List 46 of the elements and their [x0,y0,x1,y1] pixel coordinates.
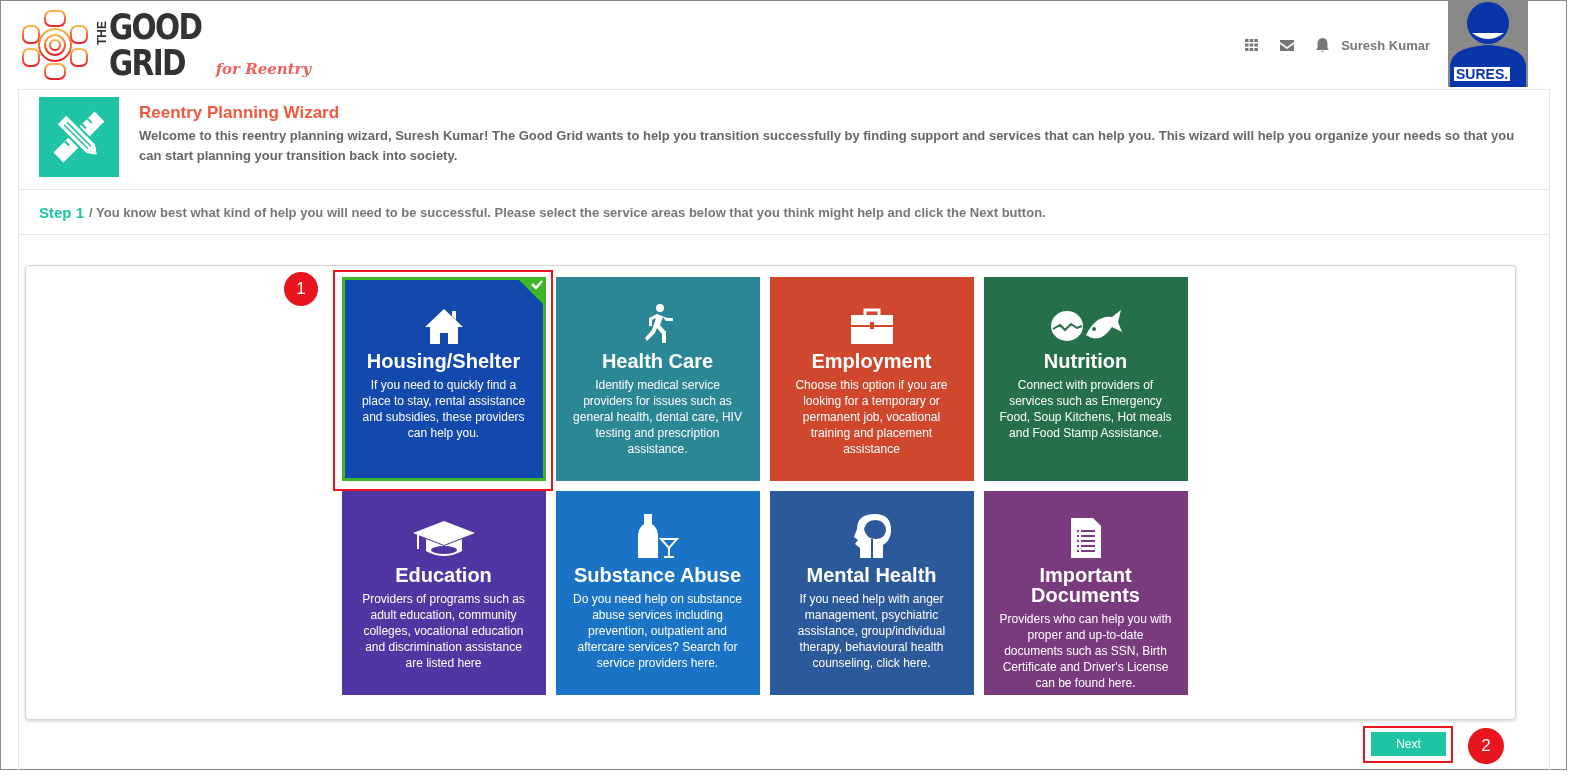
logo-text: GRID [109,45,186,81]
logo-tagline: for Reentry [215,62,312,80]
service-tile[interactable]: Important Documents Providers who can help you with proper and up-to-date documents such as SSN, Birth Certificate and Driver's License can be found here. [983,491,1188,695]
step-marker: 2 [1468,728,1504,764]
tile-title: Nutrition [1043,351,1128,371]
document-icon [1069,517,1102,559]
step-label: Step 1 [39,203,84,221]
service-tile[interactable]: Housing/Shelter If you need to quickly find a place to stay, rental assistance and subsidies, these providers can help you. [341,277,546,481]
service-tile[interactable]: Substance Abuse Do you need help on substance abuse services including prevention, outpatient and aftercare services? Search for service providers here. [555,491,760,695]
tile-description: Providers of programs such as adult education, community colleges, vocational education and discrimination assistance are listed here [361,591,526,671]
wizard-title: Reentry Planning Wizard [139,103,341,123]
wizard-description: Welcome to this reentry planning wizard, Suresh Kumar! The Good Grid wants to help you transition successfully by finding support and services that can help you. This wizard will help you organize your needs so that you can start planning your transition back into society. [139,127,1516,165]
bell-icon[interactable] [1316,38,1330,52]
grid-icon[interactable] [1245,39,1259,51]
step-marker: 1 [284,272,318,306]
tile-title: Employment [811,351,932,371]
service-tile[interactable]: Education Providers of programs such as adult education, community colleges, vocational education and discrimination assistance are listed here [341,491,546,695]
service-tile[interactable]: Mental Health If you need help with anger management, psychiatric assistance, group/individual therapy, behavioural health counseling, click here. [769,491,974,695]
tile-title: Mental Health [806,565,937,585]
tile-title: Health Care [601,351,714,371]
bottle-and-glass-icon [636,513,679,559]
toolbox-icon [849,307,894,345]
step-instructions: / You know best what kind of help you will need to be successful. Please select the service areas below that you think might help and click the Next button. [89,204,1046,220]
tile-description: If you need help with anger management, psychiatric assistance, group/individual therapy, behavioural health counseling, click here. [796,591,947,671]
service-tile[interactable]: Employment Choose this option if you are looking for a temporary or permanent job, vocational training and placement assistance [769,277,974,481]
tile-description: Choose this option if you are looking for a temporary or permanent job, vocational training and placement assistance [794,377,949,457]
tile-description: If you need to quickly find a place to stay, rental assistance and subsidies, these providers can help you. [360,377,527,441]
avatar-label: SURES. [1454,67,1511,81]
tile-description: Do you need help on substance abuse services including prevention, outpatient and aftercare services? Search for service providers here. [572,591,743,671]
tile-title: Important Documents [1030,565,1141,605]
service-tile[interactable]: Health Care Identify medical service providers for issues such as general health, dental care, HIV testing and prescription assistance. [555,277,760,481]
tile-title: Education [395,565,492,585]
service-tile[interactable]: Nutrition Connect with providers of services such as Emergency Food, Soup Kitchens, Hot meals and Food Stamp Assistance. [983,277,1188,481]
logo-text: GOOD [109,9,202,45]
tile-title: Housing/Shelter [366,351,521,371]
logo-text: THE [95,21,109,45]
house-icon [423,307,464,345]
tile-description: Providers who can help you with proper and up-to-date documents such as SSN, Birth Certificate and Driver's License can be found here. [998,611,1173,691]
flower-logo-icon [19,9,91,81]
tile-title: Substance Abuse [573,565,742,585]
tile-description: Connect with providers of services such as Emergency Food, Soup Kitchens, Hot meals and Food Stamp Assistance. [998,377,1173,441]
mail-icon[interactable] [1280,39,1295,51]
head-with-brain-icon [851,513,892,559]
user-name[interactable]: Suresh Kumar [1341,37,1430,53]
tile-description: Identify medical service providers for issues such as general health, dental care, HIV testing and prescription assistance. [572,377,743,457]
graduation-cap-icon [411,519,476,559]
